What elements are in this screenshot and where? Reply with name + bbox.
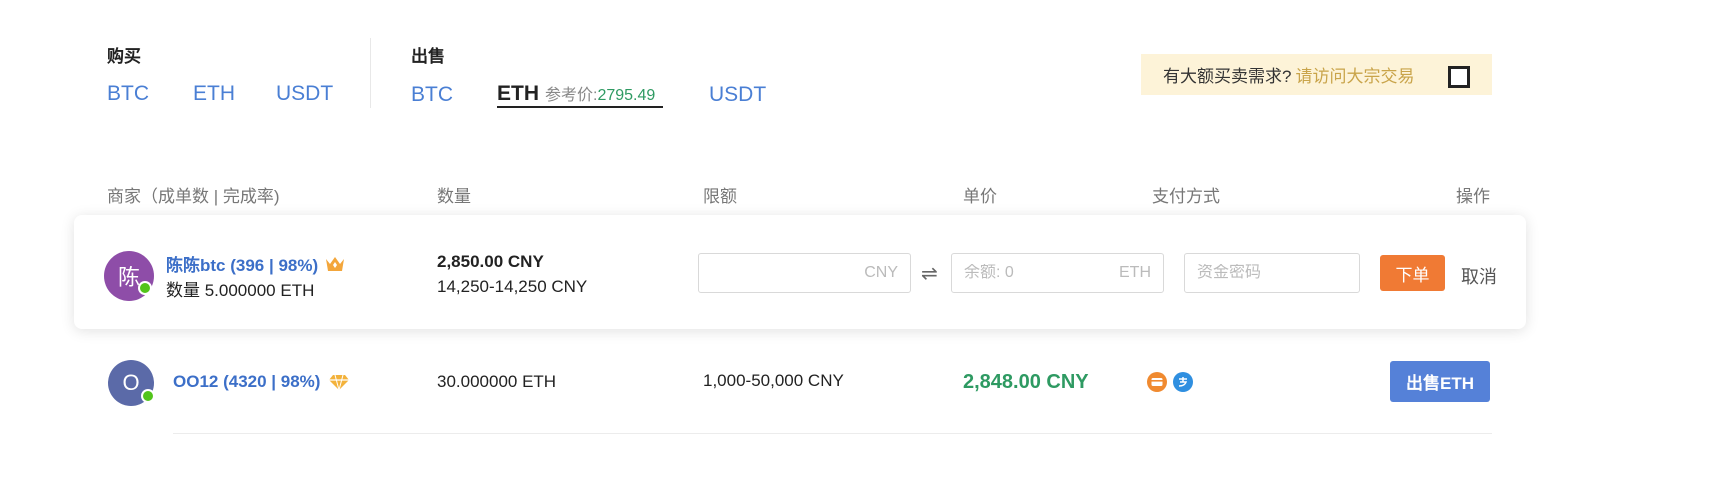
cny-amount-field[interactable]: CNY xyxy=(698,253,911,293)
header-unit-price: 单价 xyxy=(963,187,997,206)
merchant-name-line: OO12 (4320 | 98%) xyxy=(173,372,350,392)
cancel-button[interactable]: 取消 xyxy=(1461,263,1497,289)
sell-tab-usdt[interactable]: USDT xyxy=(709,83,766,107)
payment-methods xyxy=(1147,372,1193,392)
buy-tab-eth[interactable]: ETH xyxy=(193,82,235,106)
merchant-name-line: 陈陈btc (396 | 98%) xyxy=(166,251,346,276)
merchant-name[interactable]: OO12 (4320 | 98%) xyxy=(173,372,320,392)
sell-tab-eth[interactable]: ETH 参考价:2795.49 xyxy=(497,81,655,106)
header-quantity: 数量 xyxy=(437,187,471,206)
avatar-initial: O xyxy=(122,370,140,395)
order-limit: 14,250-14,250 CNY xyxy=(437,277,588,296)
bank-card-icon xyxy=(1147,372,1167,392)
eth-amount-input[interactable] xyxy=(952,264,1119,282)
diamond-icon xyxy=(329,374,350,391)
reference-price-label: 参考价: xyxy=(545,87,598,104)
cny-unit-label: CNY xyxy=(864,264,898,281)
order-limit: 1,000-50,000 CNY xyxy=(703,371,844,390)
sell-eth-button[interactable]: 出售ETH xyxy=(1390,361,1490,402)
crown-icon xyxy=(326,256,345,271)
merchant-name[interactable]: 陈陈btc (396 | 98%) xyxy=(166,251,318,276)
swap-icon: ⇌ xyxy=(921,263,938,285)
buy-tab-usdt[interactable]: USDT xyxy=(276,82,333,106)
order-quantity: 30.000000 ETH xyxy=(437,372,557,391)
sell-group-title: 出售 xyxy=(411,47,445,66)
row-divider xyxy=(173,433,1492,434)
sell-tab-btc[interactable]: BTC xyxy=(411,83,453,107)
fund-password-field[interactable] xyxy=(1184,253,1360,293)
reference-price-value: 2795.49 xyxy=(597,87,656,104)
header-action: 操作 xyxy=(1456,187,1490,206)
sell-tab-eth-label: ETH xyxy=(497,82,539,105)
tab-group-divider xyxy=(370,38,371,108)
eth-amount-field[interactable]: ETH xyxy=(951,253,1164,293)
bulk-trade-text: 有大额买卖需求? xyxy=(1163,67,1292,86)
avatar-initial: 陈 xyxy=(117,265,140,290)
bulk-trade-link[interactable]: 请访问大宗交易 xyxy=(1295,62,1414,87)
eth-unit-label: ETH xyxy=(1119,264,1151,281)
online-status-dot xyxy=(141,389,155,403)
header-payment-method: 支付方式 xyxy=(1152,187,1220,206)
active-tab-underline xyxy=(497,106,663,108)
merchant-quantity: 数量 5.000000 ETH xyxy=(166,281,315,300)
checkbox[interactable] xyxy=(1448,66,1470,88)
buy-group-title: 购买 xyxy=(107,47,141,66)
unit-price: 2,850.00 CNY xyxy=(437,252,544,271)
bulk-trade-notice: 有大额买卖需求? 请访问大宗交易 xyxy=(1141,54,1492,95)
header-merchant: 商家（成单数 | 完成率) xyxy=(107,187,280,206)
reference-price: 参考价:2795.49 xyxy=(545,81,655,105)
unit-price: 2,848.00 CNY xyxy=(963,371,1089,393)
fund-password-input[interactable] xyxy=(1185,264,1359,282)
place-order-button[interactable]: 下单 xyxy=(1380,255,1445,291)
cny-amount-input[interactable] xyxy=(699,264,865,282)
alipay-icon xyxy=(1173,372,1193,392)
buy-tab-btc[interactable]: BTC xyxy=(107,82,149,106)
header-limit: 限额 xyxy=(703,187,737,206)
online-status-dot xyxy=(138,281,152,295)
